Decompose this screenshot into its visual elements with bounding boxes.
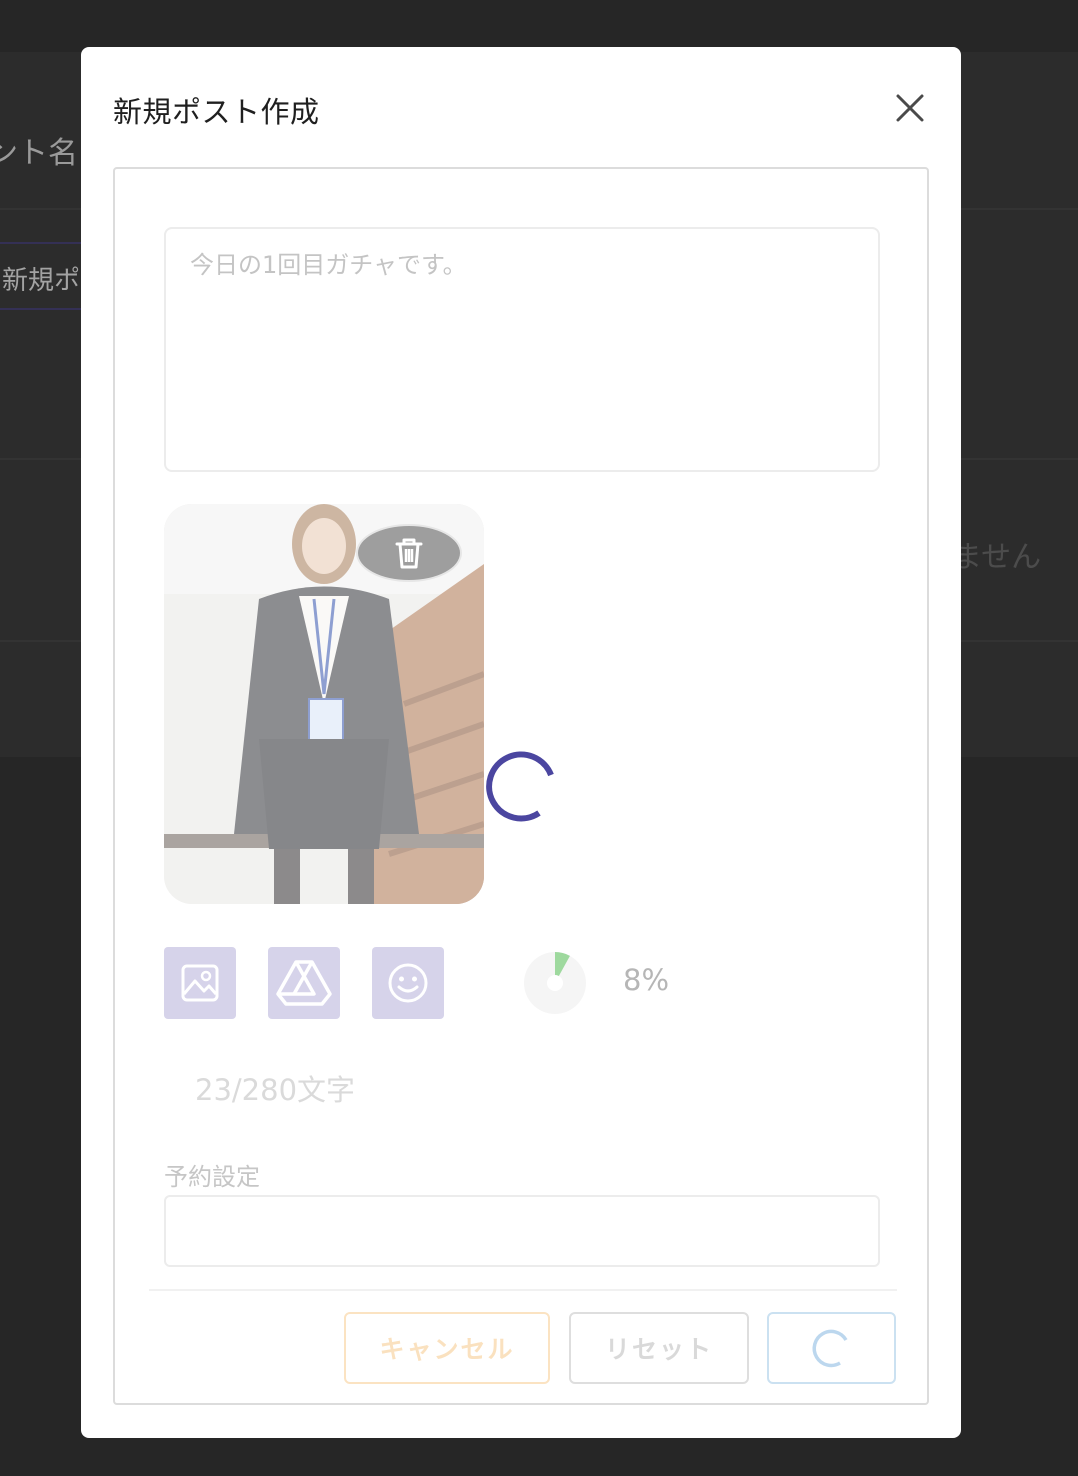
reset-button[interactable]: リセット bbox=[569, 1312, 749, 1384]
trash-icon[interactable] bbox=[356, 524, 462, 582]
image-icon[interactable] bbox=[164, 947, 236, 1019]
attached-image bbox=[164, 504, 484, 904]
background-topbar bbox=[0, 0, 1078, 52]
google-drive-icon[interactable] bbox=[268, 947, 340, 1019]
character-count: 23/280文字 bbox=[195, 1073, 356, 1107]
submit-button[interactable] bbox=[767, 1312, 896, 1384]
background-heading: ント名 bbox=[0, 136, 78, 171]
emoji-icon[interactable] bbox=[372, 947, 444, 1019]
close-icon[interactable] bbox=[893, 91, 927, 125]
new-post-modal: 新規ポスト作成 今日の1回目ガチャです。 8% 23/280文字 予約設定 キャ… bbox=[81, 47, 961, 1438]
schedule-input[interactable] bbox=[164, 1195, 880, 1267]
modal-title: 新規ポスト作成 bbox=[113, 95, 320, 129]
post-form: 8% 23/280文字 予約設定 キャンセル リセット bbox=[113, 167, 929, 1405]
image-loading-spinner bbox=[486, 751, 554, 822]
post-text-input[interactable] bbox=[164, 227, 880, 472]
submit-loading-spinner bbox=[812, 1329, 848, 1368]
cancel-button[interactable]: キャンセル bbox=[344, 1312, 550, 1384]
upload-progress-label: 8% bbox=[623, 963, 670, 997]
background-empty-message: ません bbox=[952, 540, 1042, 575]
schedule-label: 予約設定 bbox=[164, 1163, 260, 1191]
upload-progress-ring bbox=[524, 952, 586, 1014]
footer-divider bbox=[149, 1289, 897, 1291]
